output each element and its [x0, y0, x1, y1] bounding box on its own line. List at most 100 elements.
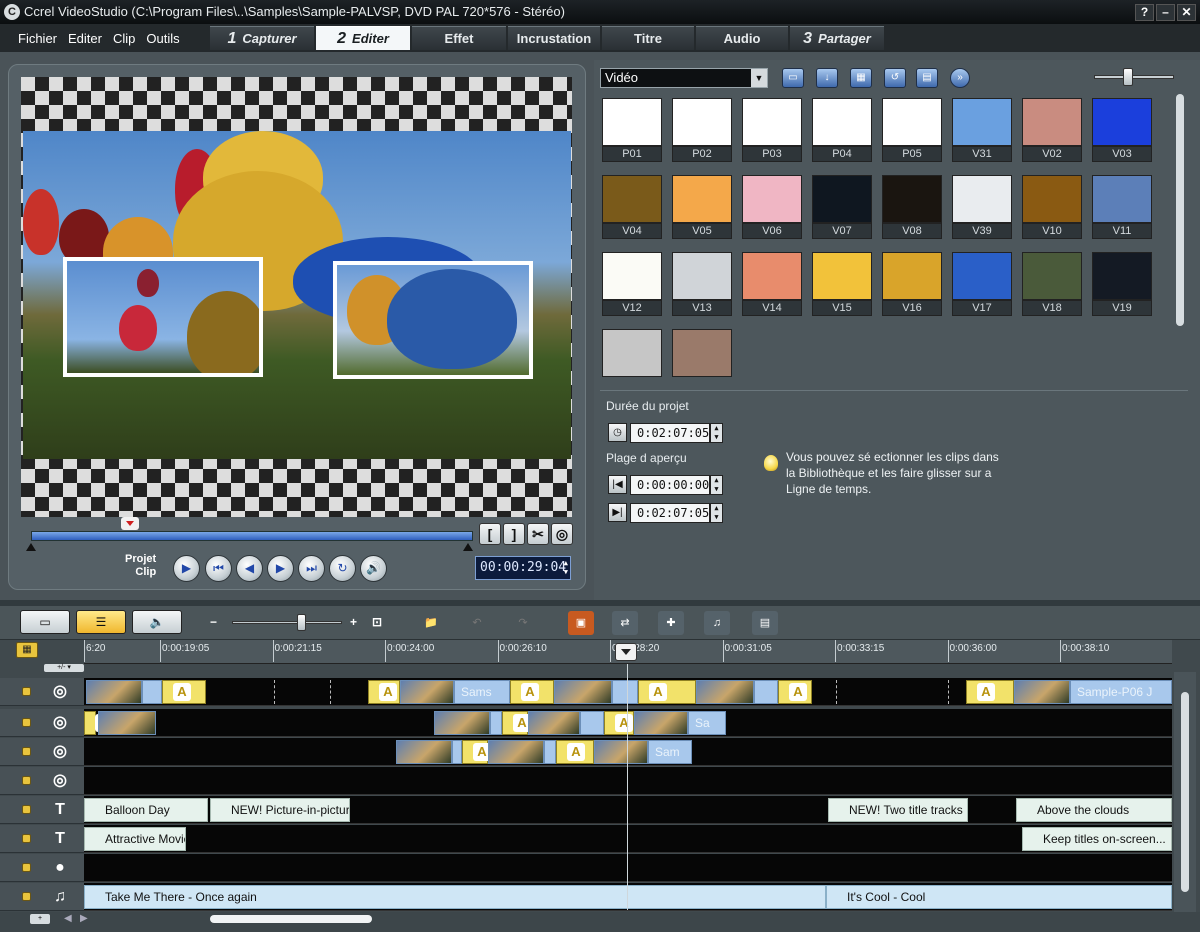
library-thumbnail[interactable]: P01 [602, 98, 662, 162]
library-thumbnail[interactable]: V16 [882, 252, 942, 316]
close-button[interactable]: ✕ [1177, 4, 1196, 21]
mode-project[interactable]: Projet [125, 553, 156, 566]
library-manager-icon[interactable]: ▦ [850, 68, 872, 88]
tab-effet[interactable]: Effet [412, 26, 506, 50]
track-lane[interactable]: Attractive Movie Keep titles on-screen..… [84, 825, 1172, 853]
overlay-clip[interactable] [452, 740, 462, 764]
overlay-clip[interactable] [490, 711, 502, 735]
library-thumbnail[interactable]: V39 [952, 175, 1012, 239]
video-clip[interactable] [696, 680, 754, 704]
play-icon[interactable]: ▶ [173, 555, 200, 582]
library-thumbnail[interactable]: V07 [812, 175, 872, 239]
video-clip[interactable] [754, 680, 778, 704]
title-clip[interactable]: Attractive Movie [84, 827, 186, 851]
video-clip[interactable]: Sams [454, 680, 510, 704]
track-manager-icon[interactable]: ✚ [658, 611, 684, 635]
zoom-in-icon[interactable]: + [350, 615, 357, 629]
title-clip[interactable]: Keep titles on-screen... [1022, 827, 1172, 851]
pip-overlay-left[interactable] [63, 257, 263, 377]
timeline-horizontal-scrollbar[interactable]: + ◀ ▶ [0, 912, 1200, 932]
overlay-clip[interactable]: Sam [648, 740, 692, 764]
zoom-out-icon[interactable]: − [210, 615, 217, 629]
library-thumbnail[interactable]: V11 [1092, 175, 1152, 239]
lock-icon[interactable] [22, 718, 31, 727]
mark-out-button[interactable]: ] [503, 523, 525, 545]
chevron-down-icon[interactable]: ▼ [751, 69, 767, 87]
transition-clip[interactable] [502, 711, 531, 735]
track-lane[interactable]: Sam [84, 738, 1172, 766]
overlay-clip[interactable] [98, 711, 156, 735]
library-thumbnail[interactable]: V03 [1092, 98, 1152, 162]
transition-clip[interactable] [604, 711, 634, 735]
video-clip[interactable]: Sample-P06 J [1070, 680, 1172, 704]
video-clip[interactable] [400, 680, 454, 704]
video-clip[interactable] [1014, 680, 1070, 704]
overlay-clip[interactable] [488, 740, 544, 764]
range-start-field[interactable]: 0:00:00:00 ▲ ▼ [630, 475, 723, 495]
batch-convert-icon[interactable]: ⇄ [612, 611, 638, 635]
tab-capturer[interactable]: 1 Capturer [210, 26, 314, 50]
sort-icon[interactable]: ↓ [816, 68, 838, 88]
transition-clip[interactable] [966, 680, 1014, 704]
title-clip[interactable]: Above the clouds [1016, 798, 1172, 822]
mark-in-button[interactable]: [ [479, 523, 501, 545]
video-clip[interactable] [142, 680, 162, 704]
lock-icon[interactable] [22, 776, 31, 785]
transition-clip[interactable] [778, 680, 812, 704]
library-category-select[interactable]: Vidéo ▼ [600, 68, 768, 88]
video-clip[interactable] [612, 680, 638, 704]
track-options-button[interactable]: +/- ▾ [44, 664, 84, 672]
range-end-field[interactable]: 0:02:07:05 ▲ ▼ [630, 503, 723, 523]
transition-clip[interactable] [84, 711, 113, 735]
trim-end-marker[interactable] [463, 543, 473, 551]
pip-overlay-right[interactable] [333, 261, 533, 379]
library-thumbnail[interactable]: P02 [672, 98, 732, 162]
library-thumbnail[interactable]: P04 [812, 98, 872, 162]
lock-icon[interactable] [22, 892, 31, 901]
reset-library-icon[interactable]: ↺ [884, 68, 906, 88]
library-thumbnail[interactable]: V12 [602, 252, 662, 316]
help-button[interactable]: ? [1135, 4, 1154, 21]
library-thumbnail[interactable]: V05 [672, 175, 732, 239]
video-clip[interactable] [86, 680, 142, 704]
end-icon[interactable]: ⏭ [298, 555, 325, 582]
overlay-clip[interactable] [634, 711, 688, 735]
music-clip[interactable]: Take Me There - Once again [84, 885, 826, 909]
transition-clip[interactable] [368, 680, 400, 704]
overlay-clip[interactable] [528, 711, 580, 735]
tab-audio[interactable]: Audio [696, 26, 788, 50]
library-thumbnail[interactable]: V14 [742, 252, 802, 316]
scroll-right-icon[interactable]: ▶ [80, 913, 88, 924]
add-track-button[interactable]: + [30, 914, 50, 924]
playhead-marker[interactable] [615, 643, 637, 661]
timecode-spinner[interactable]: ▲ ▼ [564, 559, 568, 577]
timeline-zoom-knob[interactable] [297, 614, 306, 631]
lock-icon[interactable] [22, 687, 31, 696]
library-thumbnail[interactable]: V06 [742, 175, 802, 239]
mode-clip[interactable]: Clip [125, 566, 156, 579]
scroll-left-icon[interactable]: ◀ [64, 913, 72, 924]
track-lane[interactable]: Take Me There - Once again It's Cool - C… [84, 883, 1172, 911]
fit-project-icon[interactable]: ⊡ [372, 615, 382, 629]
library-thumbnail[interactable]: V08 [882, 175, 942, 239]
transition-clip[interactable] [162, 680, 206, 704]
insert-media-icon[interactable]: 📁 [418, 611, 444, 635]
show-all-tracks-icon[interactable]: ▦ [16, 642, 38, 658]
horizontal-scroll-thumb[interactable] [210, 915, 372, 923]
tab-incrustation[interactable]: Incrustation [508, 26, 600, 50]
library-thumbnail[interactable]: V04 [602, 175, 662, 239]
scrub-bar[interactable] [31, 531, 473, 541]
menu-outils[interactable]: Outils [146, 31, 179, 46]
title-clip[interactable]: NEW! Picture-in-picture [210, 798, 350, 822]
project-duration-field[interactable]: 0:02:07:05 ▲ ▼ [630, 423, 723, 443]
menu-clip[interactable]: Clip [113, 31, 135, 46]
storyboard-view-button[interactable]: ▭ [20, 610, 70, 634]
thumbnail-size-knob[interactable] [1123, 68, 1133, 86]
home-icon[interactable]: ⏮ [205, 555, 232, 582]
music-clip[interactable]: It's Cool - Cool [826, 885, 1172, 909]
overlay-clip[interactable] [396, 740, 452, 764]
repeat-icon[interactable]: ↻ [329, 555, 356, 582]
smart-render-icon[interactable]: ▣ [568, 611, 594, 635]
online-media-icon[interactable]: ▤ [916, 68, 938, 88]
library-thumbnail[interactable] [602, 329, 662, 377]
